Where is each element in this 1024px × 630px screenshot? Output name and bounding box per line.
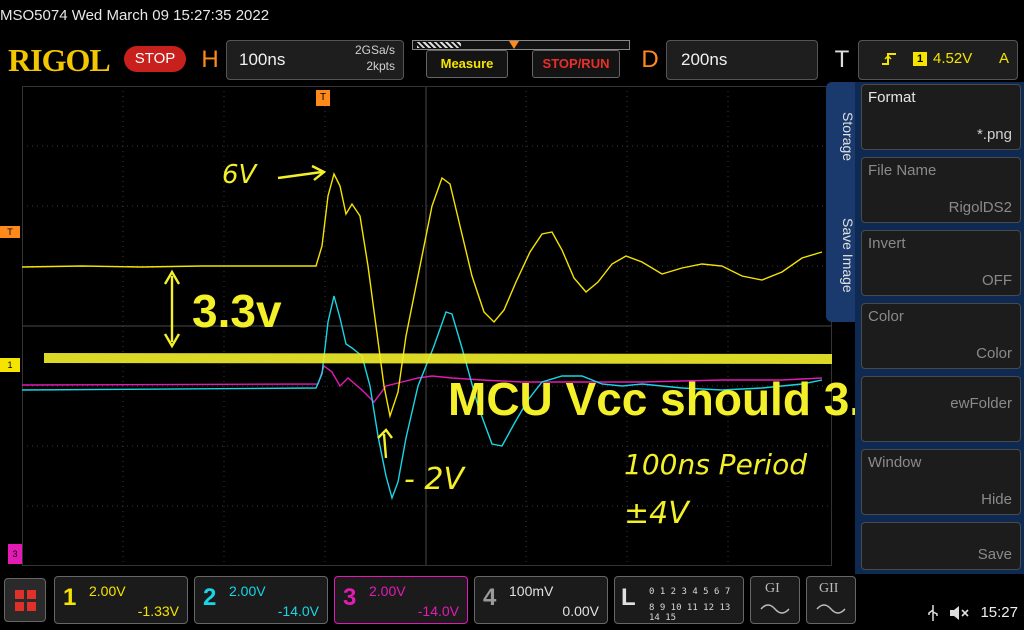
menu-window-value: Hide (981, 491, 1012, 508)
status-line: MSO5074 Wed March 09 15:27:35 2022 (0, 0, 1024, 36)
ch1-offset: -1.33V (137, 603, 179, 619)
trigger-source: 1 (913, 52, 927, 66)
clock: 15:27 (980, 604, 1018, 621)
sine-wave-icon (760, 604, 790, 614)
annotation-3v3: 3.3v (192, 285, 282, 337)
logic-row-2: 8 9 10 11 12 13 14 15 (649, 603, 731, 623)
sample-rate: 2GSa/s (354, 43, 395, 57)
ch2-offset: -14.0V (277, 603, 319, 619)
toolbar: RIGOL STOP H 100ns 2GSa/s 2kpts Measure … (0, 36, 1024, 84)
menu-new-folder[interactable]: ewFolder (861, 376, 1021, 442)
channel-1-box[interactable]: 1 2.00V -1.33V (54, 576, 188, 624)
trigger-position-marker[interactable]: T (316, 90, 330, 106)
menu-window[interactable]: Window Hide (861, 449, 1021, 515)
logic-row-1: 0 1 2 3 4 5 6 7 (649, 587, 731, 597)
generator-1-button[interactable]: GI (750, 576, 800, 624)
tab-save-image[interactable]: Save Image (826, 218, 856, 293)
menu-invert[interactable]: Invert OFF (861, 230, 1021, 296)
stop-run-button[interactable]: STOP/RUN (532, 50, 620, 78)
sine-wave-icon (816, 604, 846, 614)
menu-file-name-value: RigolDS2 (948, 199, 1012, 216)
storage-menu: Format *.png File Name RigolDS2 Invert O… (855, 82, 1024, 574)
trigger-mode: A (998, 50, 1009, 67)
trigger-key[interactable]: T (828, 40, 856, 80)
memory-depth: 2kpts (366, 59, 395, 73)
channel-bar: 1 2.00V -1.33V 2 2.00V -14.0V 3 2.00V -1… (0, 574, 1024, 630)
channel-4-box[interactable]: 4 100mV 0.00V (474, 576, 608, 624)
model-datetime: MSO5074 Wed March 09 15:27:35 2022 (0, 7, 270, 24)
speaker-muted-icon[interactable] (948, 604, 970, 622)
brand-logo: RIGOL (8, 42, 111, 78)
timebase-box[interactable]: 100ns 2GSa/s 2kpts (226, 40, 404, 80)
logic-analyzer-box[interactable]: L 0 1 2 3 4 5 6 7 8 9 10 11 12 13 14 15 (614, 576, 744, 624)
menu-color-value: Color (976, 345, 1012, 362)
menu-window-label: Window (868, 454, 922, 471)
delay-box[interactable]: 200ns (666, 40, 818, 80)
ch3-ground-marker[interactable]: 3 (8, 544, 22, 564)
channel-2-box[interactable]: 2 2.00V -14.0V (194, 576, 328, 624)
annotation-mcu-vcc: MCU Vcc should 3.3 (448, 373, 888, 425)
home-button[interactable] (4, 578, 46, 622)
delay-key[interactable]: D (636, 40, 664, 80)
tab-storage[interactable]: Storage (826, 112, 856, 161)
trigger-position-icon (509, 41, 519, 49)
ch2-scale: 2.00V (229, 583, 266, 599)
grid-icon (15, 590, 36, 611)
generator-2-button[interactable]: GII (806, 576, 856, 624)
usb-icon (928, 605, 938, 621)
ch4-number: 4 (483, 584, 497, 611)
ch3-offset: -14.0V (417, 603, 459, 619)
menu-invert-label: Invert (868, 235, 906, 252)
menu-save-value: Save (977, 546, 1012, 563)
menu-color-label: Color (868, 308, 904, 325)
menu-invert-value: OFF (982, 272, 1012, 289)
side-tabs: Storage Save Image (826, 82, 856, 322)
trigger-level-marker[interactable]: T (0, 226, 20, 238)
memory-position-bar[interactable] (412, 40, 630, 50)
highlight-line (43, 353, 832, 364)
annotation-plus-minus-4v: ±4V (624, 496, 689, 531)
annotation-6v: 6V (222, 160, 257, 190)
measure-button[interactable]: Measure (426, 50, 508, 78)
ch1-ground-marker[interactable]: 1 (0, 358, 20, 372)
menu-file-name[interactable]: File Name RigolDS2 (861, 157, 1021, 223)
trigger-box[interactable]: 1 4.52V A (858, 40, 1018, 80)
menu-new-folder-value: ewFolder (950, 395, 1012, 412)
horizontal-key[interactable]: H (196, 40, 224, 80)
menu-format-label: Format (868, 89, 916, 106)
ch4-scale: 100mV (509, 583, 554, 599)
annotation-neg-2v: - 2V (404, 462, 464, 497)
rising-edge-icon (881, 51, 897, 67)
ch1-scale: 2.00V (89, 583, 126, 599)
menu-save[interactable]: Save (861, 522, 1021, 570)
menu-file-name-label: File Name (868, 162, 937, 179)
trigger-level: 4.52V (933, 50, 973, 67)
run-state-badge[interactable]: STOP (124, 46, 186, 72)
generator-1-label: GI (765, 581, 780, 596)
menu-format[interactable]: Format *.png (861, 84, 1021, 150)
generator-2-label: GII (819, 581, 839, 596)
ch1-number: 1 (63, 584, 77, 611)
logic-key: L (621, 584, 636, 611)
ch4-offset: 0.00V (562, 603, 599, 619)
annotation-period: 100ns Period (624, 448, 807, 481)
ch3-number: 3 (343, 584, 357, 611)
timebase-value: 100ns (239, 50, 286, 69)
ch2-number: 2 (203, 584, 217, 611)
ch3-scale: 2.00V (369, 583, 406, 599)
menu-format-value: *.png (976, 126, 1012, 143)
delay-value: 200ns (681, 50, 728, 69)
menu-color[interactable]: Color Color (861, 303, 1021, 369)
channel-3-box[interactable]: 3 2.00V -14.0V (334, 576, 468, 624)
